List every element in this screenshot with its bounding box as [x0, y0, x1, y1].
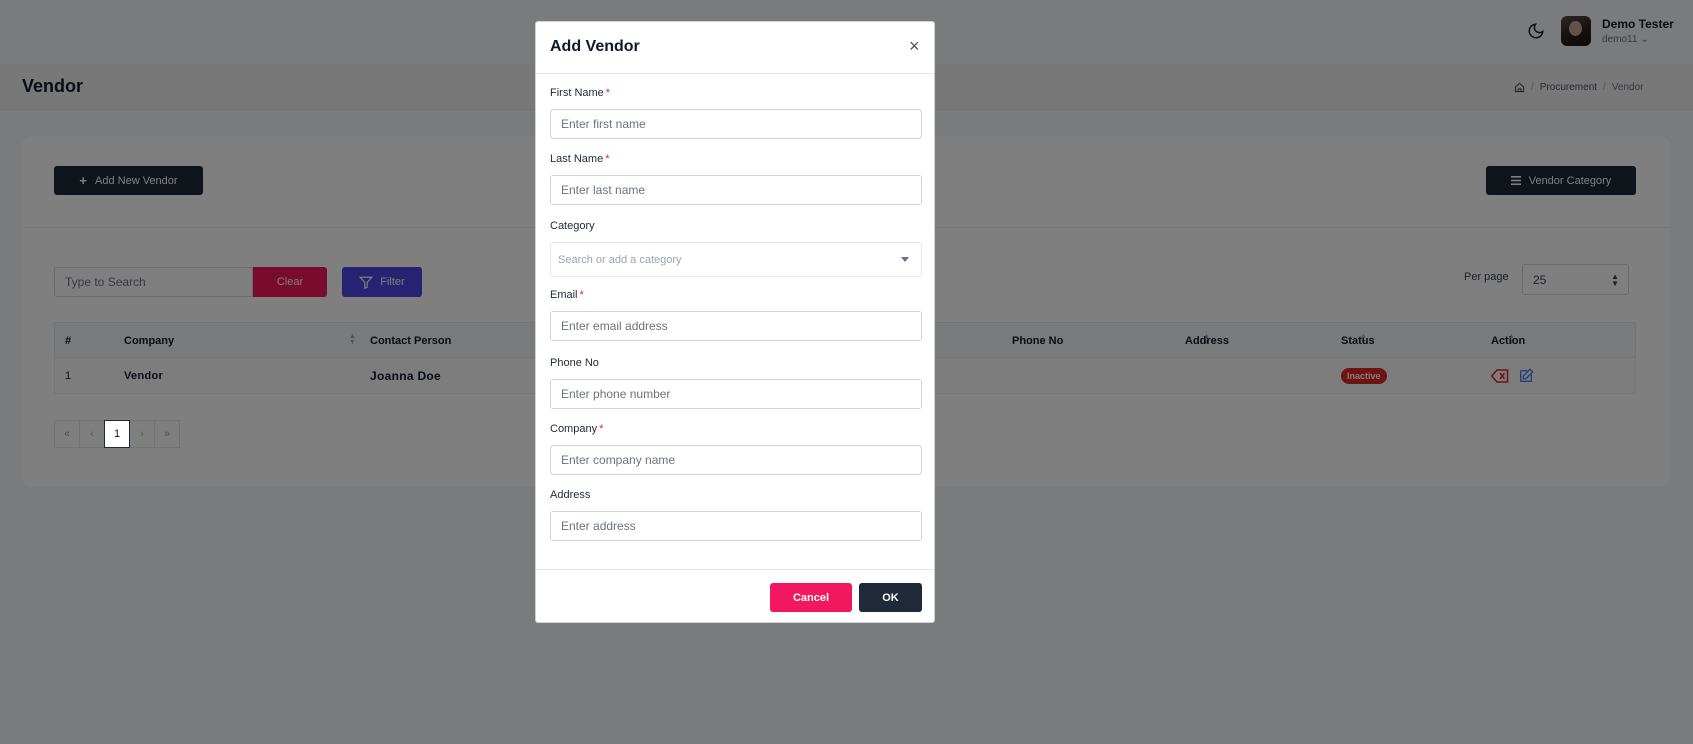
required-marker: *	[605, 153, 610, 165]
company-input[interactable]	[550, 445, 922, 475]
required-marker: *	[605, 87, 611, 99]
category-placeholder: Search or add a category	[558, 253, 682, 266]
page-number-button[interactable]: 1	[104, 420, 130, 448]
ok-button[interactable]: OK	[859, 583, 922, 612]
modal-title: Add Vendor	[550, 38, 640, 55]
category-select[interactable]: Search or add a category	[550, 242, 922, 277]
company-label: Company *	[550, 423, 604, 435]
modal-footer: Cancel OK	[536, 569, 934, 623]
required-marker: *	[599, 423, 604, 435]
last-name-label: Last Name *	[550, 153, 610, 165]
first-name-input[interactable]	[550, 109, 922, 139]
email-input[interactable]	[550, 311, 922, 341]
first-name-label: First Name *	[550, 87, 611, 99]
required-marker: *	[579, 289, 584, 301]
last-name-input[interactable]	[550, 175, 922, 205]
address-label: Address	[550, 489, 591, 501]
modal-header: Add Vendor ×	[536, 22, 934, 74]
close-icon[interactable]: ×	[909, 36, 920, 57]
cancel-button[interactable]: Cancel	[770, 583, 852, 612]
add-vendor-modal: Add Vendor × First Name* Last Name* Cate…	[535, 21, 935, 623]
phone-label: Phone No	[550, 357, 599, 369]
caret-down-icon	[901, 257, 909, 262]
email-label: Email *	[550, 289, 584, 301]
category-label: Category	[550, 220, 595, 232]
address-input[interactable]	[550, 511, 922, 541]
phone-input[interactable]	[550, 379, 922, 409]
